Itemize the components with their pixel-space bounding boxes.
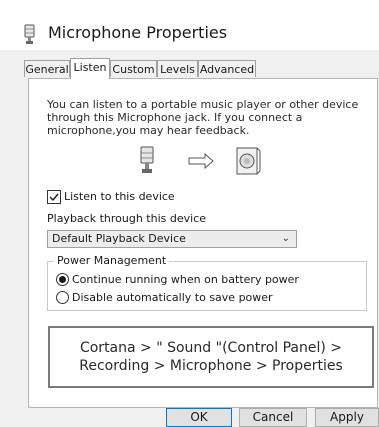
power-management-legend: Power Management xyxy=(54,254,170,267)
listen-panel: You can listen to a portable music playe… xyxy=(28,78,378,408)
checkmark-icon xyxy=(49,193,59,202)
apply-button[interactable]: Apply xyxy=(315,408,379,427)
tab-custom[interactable]: Custom xyxy=(110,60,157,77)
power-management-group: Power Management Continue running when o… xyxy=(47,254,367,311)
playback-device-select[interactable]: Default Playback Device ⌄ xyxy=(47,230,297,248)
window-title: Microphone Properties xyxy=(48,23,228,42)
listen-description: You can listen to a portable music playe… xyxy=(47,98,359,137)
radio-button[interactable] xyxy=(56,291,69,304)
microphone-icon xyxy=(24,24,35,44)
title-bar: Microphone Properties xyxy=(0,0,379,50)
ok-button[interactable]: OK xyxy=(166,408,232,427)
radio-label: Continue running when on battery power xyxy=(72,273,299,286)
right-arrow-icon xyxy=(188,152,214,170)
playback-label: Playback through this device xyxy=(47,212,206,225)
chevron-down-icon: ⌄ xyxy=(281,233,290,244)
radio-button[interactable] xyxy=(56,273,69,286)
listen-checkbox[interactable] xyxy=(47,190,61,204)
tab-listen[interactable]: Listen xyxy=(70,58,110,79)
tab-general[interactable]: General xyxy=(24,60,70,77)
microphone-icon xyxy=(140,146,154,173)
listen-checkbox-label: Listen to this device xyxy=(64,190,175,203)
listen-illustration xyxy=(140,146,261,175)
speaker-icon xyxy=(236,147,261,175)
callout-line-2: Recording > Microphone > Properties xyxy=(79,358,343,374)
tab-advanced[interactable]: Advanced xyxy=(198,60,256,77)
navigation-callout: Cortana > " Sound "(Control Panel) > Rec… xyxy=(48,326,374,388)
cancel-button[interactable]: Cancel xyxy=(239,408,307,427)
callout-line-1: Cortana > " Sound "(Control Panel) > xyxy=(79,340,343,356)
playback-select-value: Default Playback Device xyxy=(52,232,186,245)
radio-label: Disable automatically to save power xyxy=(72,291,273,304)
tab-levels[interactable]: Levels xyxy=(157,60,198,77)
